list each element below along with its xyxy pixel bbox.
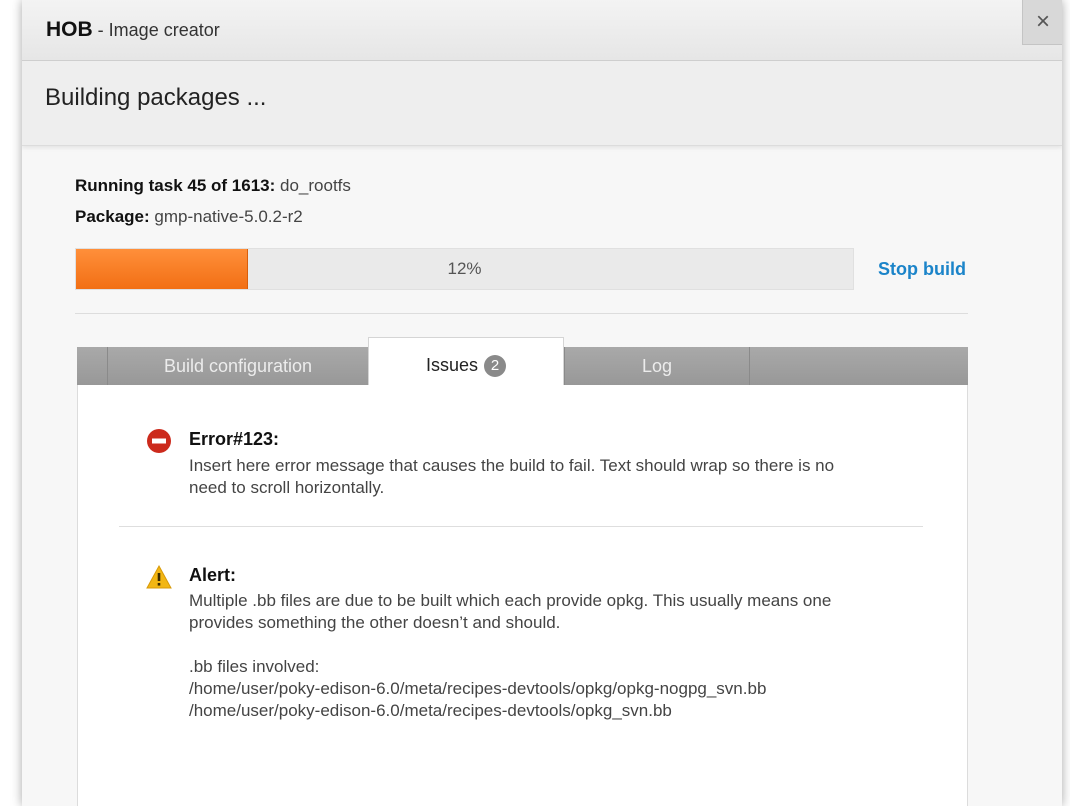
task-name: do_rootfs: [280, 176, 351, 195]
app-title: HOB - Image creator: [46, 18, 220, 42]
package-label: Package:: [75, 207, 150, 226]
message-line: provides something the other doesn’t and…: [189, 613, 561, 632]
error-icon: [146, 428, 172, 454]
close-icon: ×: [1035, 8, 1050, 35]
alert-title: Alert:: [189, 565, 237, 585]
tab-label: Issues: [425, 355, 479, 375]
issue-divider: [119, 526, 923, 527]
running-task-line: Running task 45 of 1613: do_rootfs: [75, 176, 351, 196]
tab-separator: [749, 347, 750, 385]
stop-build-link[interactable]: Stop build: [878, 259, 966, 280]
message-line: .bb files involved:: [189, 657, 320, 676]
tab-label: Log: [641, 356, 673, 376]
tab-log[interactable]: Log: [565, 347, 749, 385]
message-line: Insert here error message that causes th…: [189, 456, 835, 475]
build-progress-bar: 12%: [75, 248, 854, 290]
file-path: /home/user/poky-edison-6.0/meta/recipes-…: [189, 679, 767, 698]
section-divider: [75, 313, 968, 314]
error-message: Insert here error message that causes th…: [189, 455, 834, 499]
close-button[interactable]: ×: [1022, 0, 1062, 45]
package-line: Package: gmp-native-5.0.2-r2: [75, 207, 303, 227]
package-name: gmp-native-5.0.2-r2: [154, 207, 303, 226]
title-bar: HOB - Image creator ×: [22, 0, 1062, 61]
title-separator: -: [92, 20, 109, 40]
progress-percent: 12%: [447, 259, 482, 278]
alert-message: Multiple .bb files are due to be built w…: [189, 590, 831, 722]
file-path: /home/user/poky-edison-6.0/meta/recipes-…: [189, 701, 672, 720]
task-label: Running task 45 of 1613:: [75, 176, 276, 195]
page-header: Building packages ...: [22, 61, 1062, 146]
app-name: HOB: [46, 18, 93, 41]
error-title: Error#123:: [189, 429, 280, 449]
page-title: Building packages ...: [45, 84, 267, 111]
warning-icon: [146, 564, 172, 590]
issues-count-badge: 2: [484, 355, 507, 377]
tab-build-configuration[interactable]: Build configuration: [108, 347, 368, 385]
tab-issues[interactable]: Issues 2: [368, 337, 564, 387]
tab-label: Build configuration: [163, 356, 313, 376]
app-subtitle: Image creator: [108, 20, 220, 40]
message-line: need to scroll horizontally.: [189, 478, 385, 497]
message-line: Multiple .bb files are due to be built w…: [189, 591, 832, 610]
